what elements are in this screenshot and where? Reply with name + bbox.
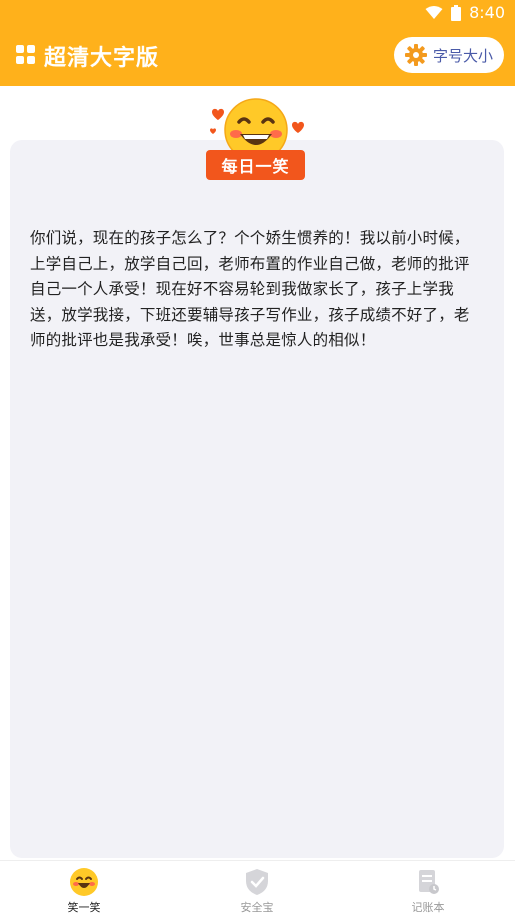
status-icons: 8:40	[425, 3, 505, 22]
nav-label-safety: 安全宝	[240, 901, 274, 914]
nav-item-safety[interactable]: 安全宝	[217, 867, 297, 915]
smiley-icon	[70, 868, 98, 896]
nav-item-ledger[interactable]: 记账本	[388, 867, 468, 915]
bottom-nav: 笑一笑 安全宝 记账本	[0, 860, 515, 921]
font-size-button[interactable]: 字号大小	[394, 37, 504, 73]
font-size-label: 字号大小	[432, 46, 493, 65]
gear-icon	[404, 44, 427, 66]
shield-icon	[246, 869, 268, 895]
status-time: 8:40	[469, 3, 505, 22]
daily-laugh-badge: 每日一笑	[206, 150, 305, 180]
app-title: 超清大字版	[44, 46, 160, 71]
joke-text: 你们说，现在的孩子怎么了？个个娇生惯养的！我以前小时候，上学自己上，放学自己回，…	[30, 229, 470, 349]
nav-label-ledger: 记账本	[411, 901, 445, 914]
app-bar: 超清大字版 字号大小	[0, 28, 515, 86]
nav-label-laugh: 笑一笑	[67, 901, 101, 914]
nav-item-laugh[interactable]: 笑一笑	[44, 867, 124, 915]
menu-grid-icon[interactable]	[16, 45, 36, 65]
ledger-icon	[419, 870, 439, 894]
wifi-icon	[425, 5, 443, 19]
battery-icon	[451, 4, 462, 21]
status-bar: 8:40	[0, 0, 515, 28]
